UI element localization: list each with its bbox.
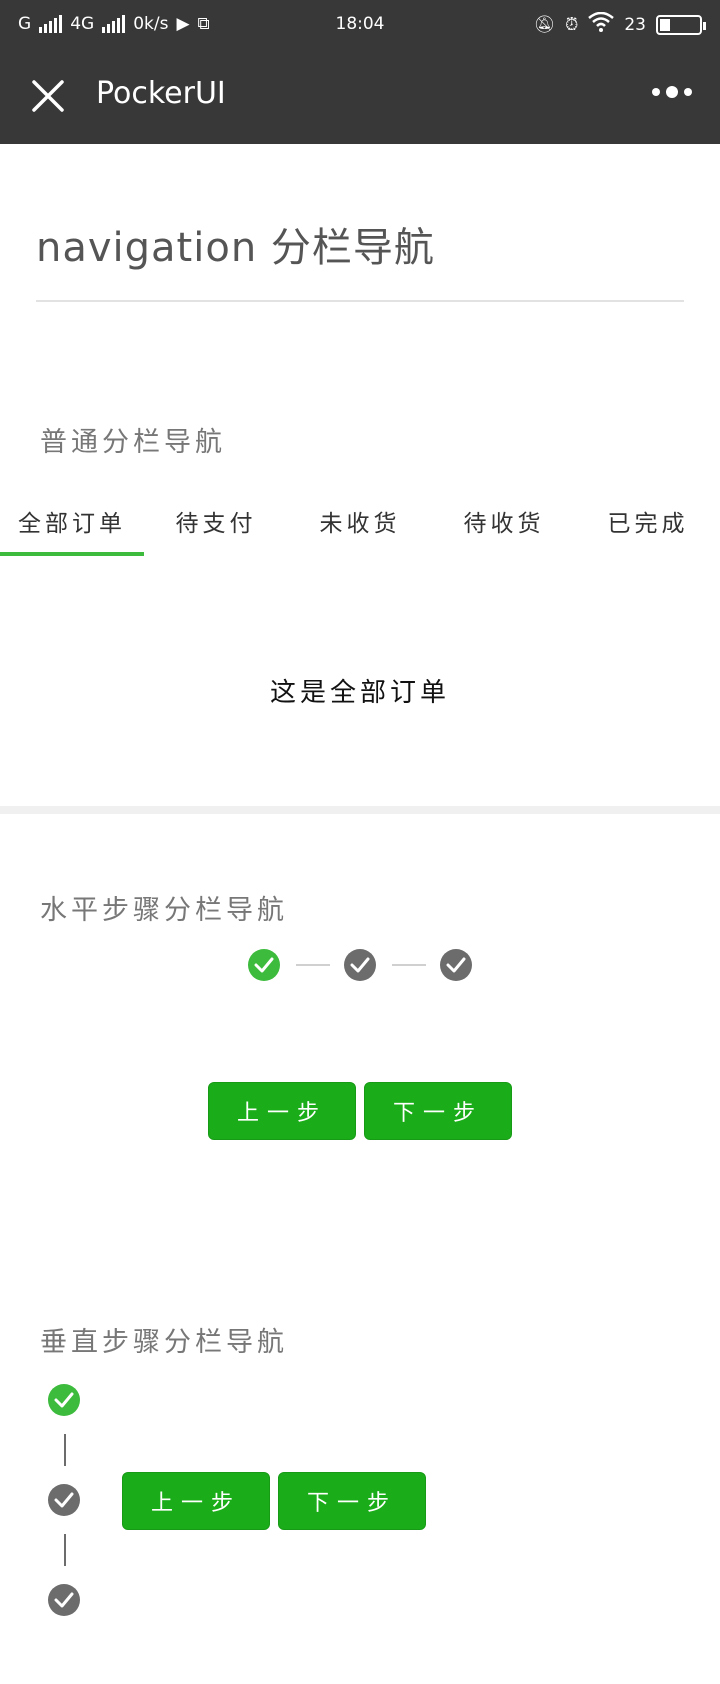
- tab-content: 这是全部订单: [269, 678, 450, 708]
- section-separator: [0, 806, 720, 814]
- app-title: PockerUI: [96, 76, 226, 111]
- v-prev-step-button[interactable]: 上一步: [122, 1472, 270, 1530]
- v-next-step-button[interactable]: 下一步: [278, 1472, 426, 1530]
- wifi-icon: [588, 11, 615, 37]
- step-1-check-icon: [248, 949, 280, 981]
- alarm-icon: ⏰︎: [565, 14, 579, 35]
- step-connector: [392, 964, 426, 966]
- more-icon[interactable]: [652, 86, 692, 98]
- tab-all-orders[interactable]: 全部订单: [0, 500, 144, 556]
- mute-icon: 🔕︎: [533, 14, 556, 35]
- tab-completed[interactable]: 已完成: [576, 500, 720, 556]
- tab-not-received[interactable]: 未收货: [288, 500, 432, 556]
- status-bar: G 4G 0k/s ▶ ⧉ 18:04 🔕︎ ⏰︎ 23: [0, 0, 720, 48]
- v-step-3-check-icon: [48, 1584, 80, 1616]
- battery-icon: [656, 14, 706, 35]
- step-2-check-icon: [344, 949, 376, 981]
- close-icon[interactable]: [30, 78, 66, 114]
- v-step-connector: [64, 1534, 66, 1566]
- title-divider: [36, 300, 684, 302]
- page-title: navigation 分栏导航: [36, 225, 435, 271]
- tab-bar: 全部订单 待支付 未收货 待收货 已完成: [0, 500, 720, 556]
- step-connector: [296, 964, 330, 966]
- next-step-button[interactable]: 下一步: [364, 1082, 512, 1140]
- section-label-vertical: 垂直步骤分栏导航: [40, 1327, 288, 1358]
- v-step-connector: [64, 1434, 66, 1466]
- section-label-normal: 普通分栏导航: [40, 427, 226, 458]
- v-step-1-check-icon: [48, 1384, 80, 1416]
- tab-to-receive[interactable]: 待收货: [432, 500, 576, 556]
- step-3-check-icon: [440, 949, 472, 981]
- section-label-horizontal: 水平步骤分栏导航: [40, 895, 288, 926]
- prev-step-button[interactable]: 上一步: [208, 1082, 356, 1140]
- app-header: PockerUI: [0, 48, 720, 144]
- tab-pending-payment[interactable]: 待支付: [144, 500, 288, 556]
- battery-percent: 23: [624, 14, 646, 35]
- status-right: 🔕︎ ⏰︎ 23: [533, 11, 706, 37]
- v-step-2-check-icon: [48, 1484, 80, 1516]
